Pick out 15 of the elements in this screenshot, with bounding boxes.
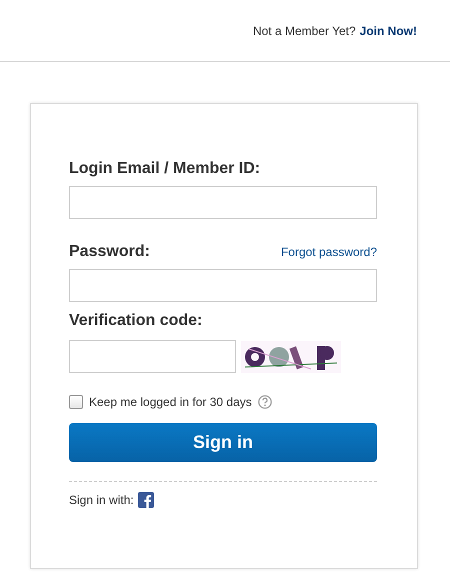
email-label: Login Email / Member ID: xyxy=(69,160,262,178)
remember-checkbox[interactable] xyxy=(69,395,83,409)
join-now-link[interactable]: Join Now! xyxy=(360,24,417,38)
member-prompt: Not a Member Yet? xyxy=(252,24,356,38)
password-input[interactable] xyxy=(69,269,377,302)
help-icon[interactable] xyxy=(258,395,272,409)
email-input[interactable] xyxy=(69,186,377,219)
facebook-icon[interactable] xyxy=(138,492,154,508)
sign-in-with-label: Sign in with: xyxy=(69,493,134,507)
verification-label: Verification code: xyxy=(69,312,204,330)
forgot-password-link[interactable]: Forgot password? xyxy=(280,245,377,259)
remember-label: Keep me logged in for 30 days xyxy=(89,395,252,409)
sign-in-button[interactable]: Sign in xyxy=(69,423,377,462)
verification-input[interactable] xyxy=(69,340,236,373)
password-label: Password: xyxy=(69,243,150,261)
